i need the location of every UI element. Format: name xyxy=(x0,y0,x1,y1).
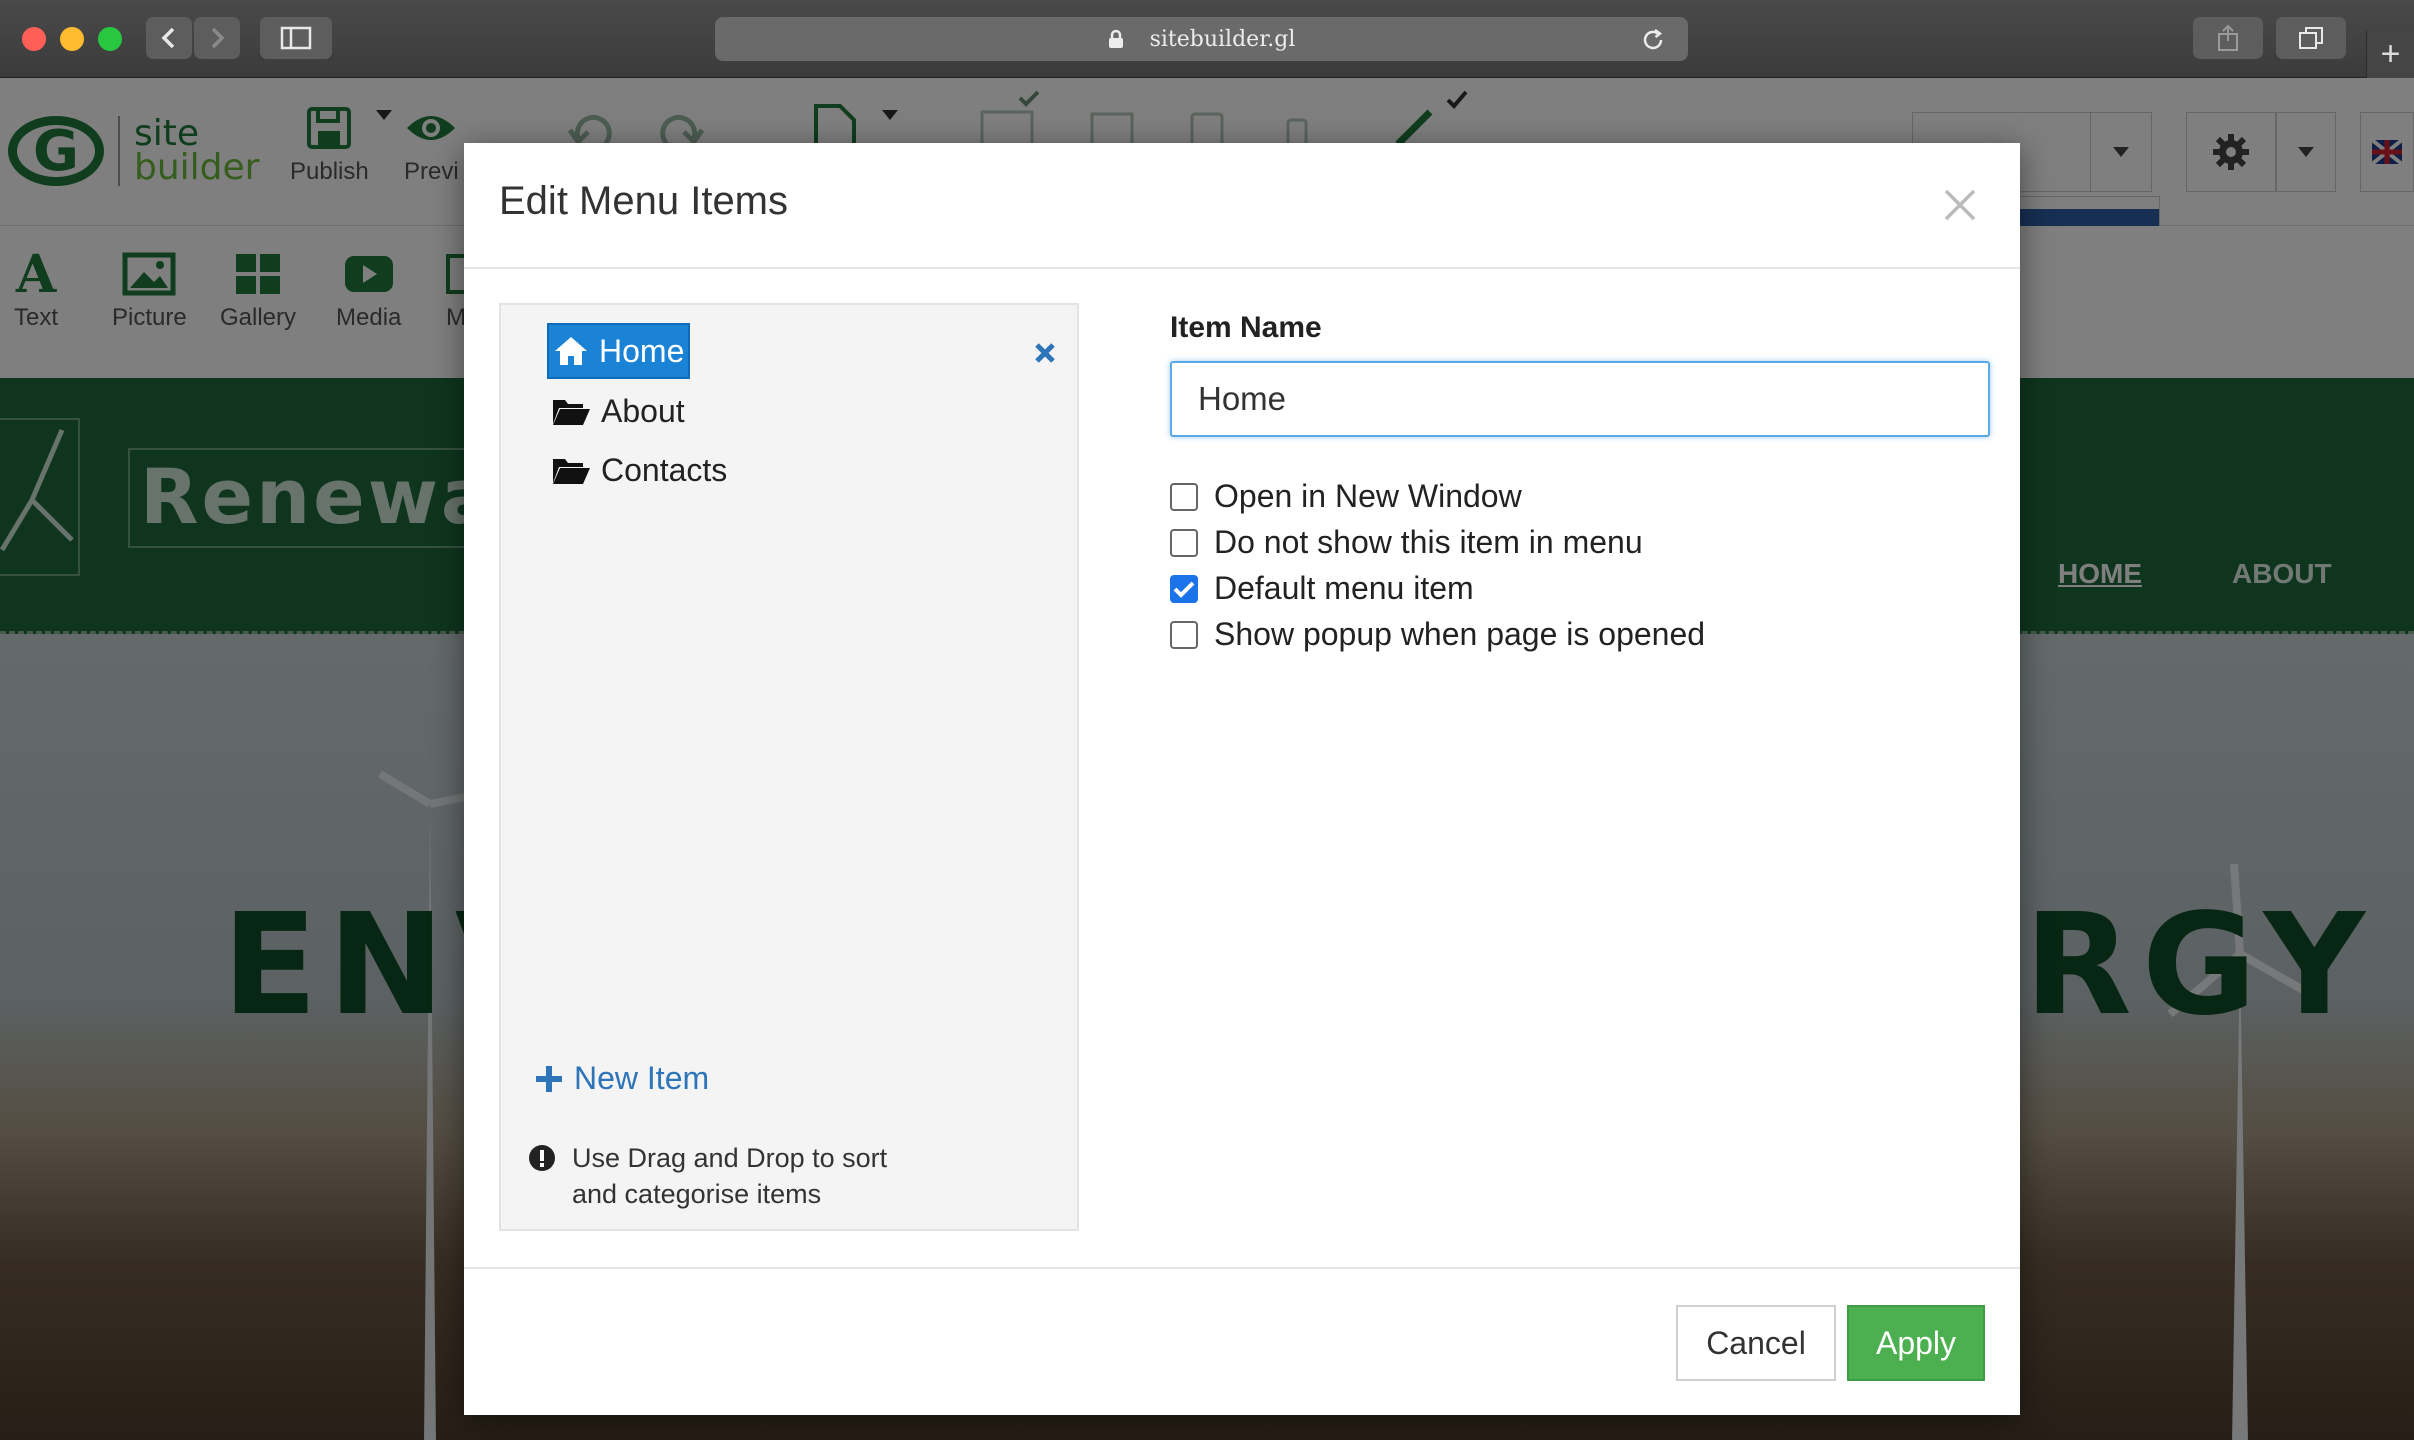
menu-tree-panel: Home About Contacts New Item Use Drag an… xyxy=(499,303,1079,1231)
tabs-icon xyxy=(2299,27,2323,49)
browser-toolbar: sitebuilder.gl + xyxy=(0,0,2414,78)
share-button[interactable] xyxy=(2193,17,2263,59)
apply-button[interactable]: Apply xyxy=(1847,1305,1985,1381)
tree-item-contacts[interactable]: Contacts xyxy=(547,442,731,498)
cancel-button[interactable]: Cancel xyxy=(1676,1305,1836,1381)
option-label: Open in New Window xyxy=(1214,478,1522,514)
tree-item-home[interactable]: Home xyxy=(547,323,691,379)
folder-open-icon xyxy=(553,400,590,425)
back-button[interactable] xyxy=(146,17,192,59)
address-bar[interactable]: sitebuilder.gl xyxy=(715,17,1688,61)
option-label: Show popup when page is opened xyxy=(1214,616,1706,652)
plus-icon xyxy=(536,1065,562,1092)
dialog-title: Edit Menu Items xyxy=(499,179,789,223)
tree-item-label: About xyxy=(601,392,685,429)
sidebar-toggle-button[interactable] xyxy=(260,17,332,59)
checkbox-checked[interactable] xyxy=(1170,574,1198,603)
option-show-popup[interactable]: Show popup when page is opened xyxy=(1170,616,1705,653)
chevron-right-icon xyxy=(211,27,225,49)
sidebar-icon xyxy=(280,26,312,50)
checkmark-icon xyxy=(1173,581,1195,598)
edit-menu-items-dialog: Edit Menu Items Home About Contacts New … xyxy=(464,143,2020,1415)
home-icon xyxy=(555,337,587,365)
drag-drop-hint: Use Drag and Drop to sort and categorise… xyxy=(528,1140,932,1212)
new-item-label: New Item xyxy=(574,1060,710,1096)
forward-button[interactable] xyxy=(194,17,240,59)
screen: sitebuilder.gl + G site builder xyxy=(0,0,2414,1440)
exclamation-circle-icon xyxy=(529,1145,555,1171)
window-close-button[interactable] xyxy=(22,27,46,51)
plus-icon: + xyxy=(2380,34,2401,73)
item-name-label: Item Name xyxy=(1170,311,1322,344)
hint-line2: and categorise items xyxy=(572,1179,822,1209)
option-default-menu-item[interactable]: Default menu item xyxy=(1170,570,1474,607)
folder-open-icon xyxy=(553,459,590,484)
option-hide-in-menu[interactable]: Do not show this item in menu xyxy=(1170,524,1643,561)
checkbox[interactable] xyxy=(1170,482,1198,511)
tree-item-label: Home xyxy=(599,332,685,369)
tabs-overview-button[interactable] xyxy=(2276,17,2346,59)
hint-line1: Use Drag and Drop to sort xyxy=(572,1143,888,1173)
dialog-header: Edit Menu Items xyxy=(464,143,2020,269)
tree-item-about[interactable]: About xyxy=(547,383,689,439)
reload-icon[interactable] xyxy=(1640,27,1666,53)
item-name-input[interactable] xyxy=(1170,361,1990,437)
option-label: Default menu item xyxy=(1214,570,1474,606)
new-tab-button[interactable]: + xyxy=(2366,30,2414,78)
url-text: sitebuilder.gl xyxy=(1149,26,1296,52)
share-icon xyxy=(2218,24,2238,51)
checkbox[interactable] xyxy=(1170,620,1198,649)
option-open-new-window[interactable]: Open in New Window xyxy=(1170,478,1522,515)
checkbox[interactable] xyxy=(1170,528,1198,557)
new-item-button[interactable]: New Item xyxy=(534,1060,709,1097)
option-label: Do not show this item in menu xyxy=(1214,524,1643,560)
window-zoom-button[interactable] xyxy=(98,27,122,51)
window-minimize-button[interactable] xyxy=(60,27,84,51)
tree-item-label: Contacts xyxy=(601,451,728,488)
remove-item-icon[interactable] xyxy=(1034,342,1056,364)
close-icon[interactable] xyxy=(1940,185,1980,225)
lock-icon xyxy=(1108,29,1123,48)
chevron-left-icon xyxy=(161,27,175,49)
